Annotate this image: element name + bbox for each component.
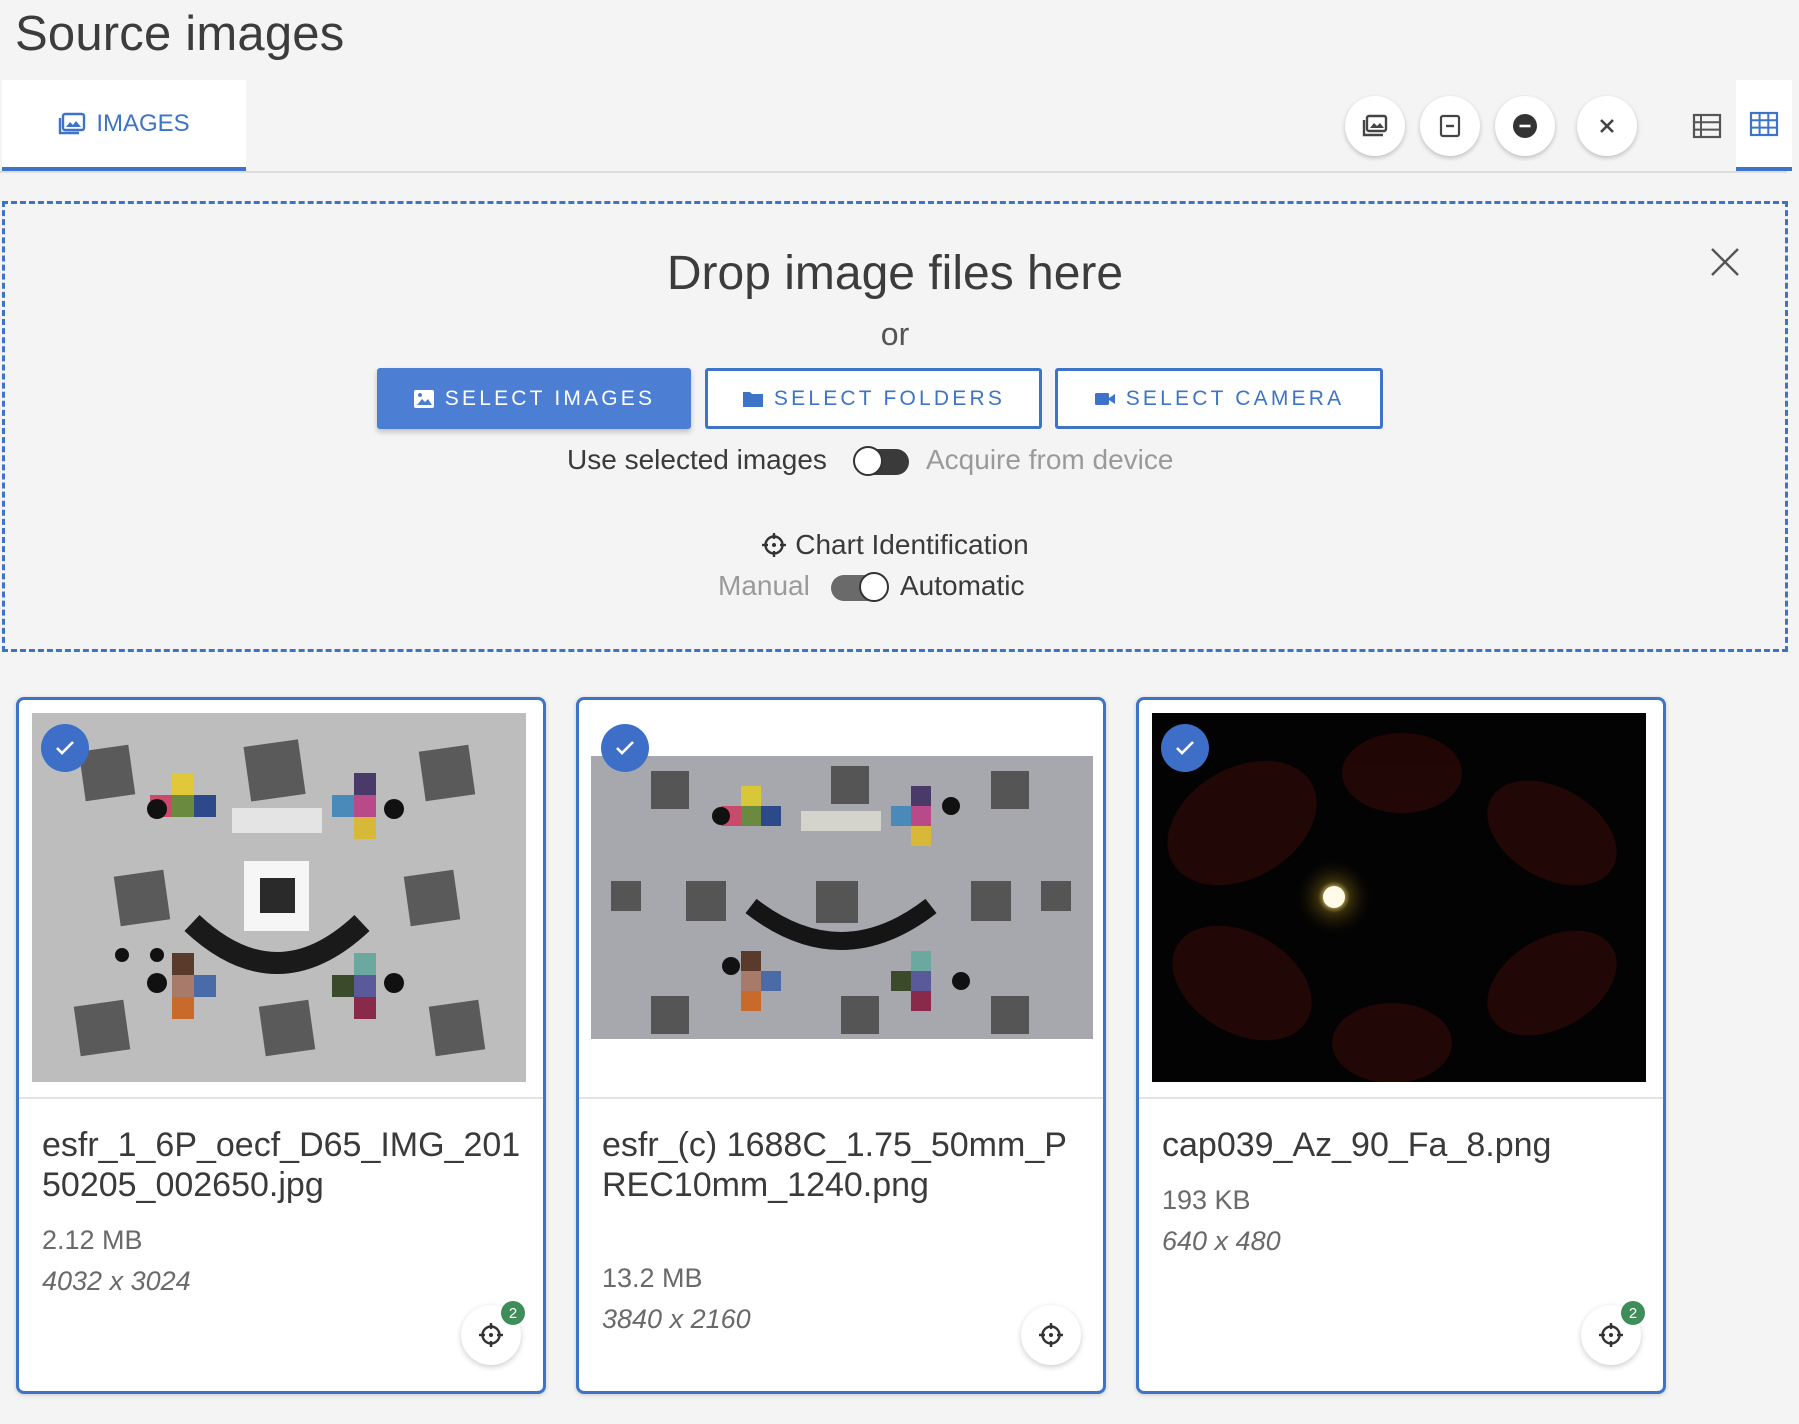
select-folders-button[interactable]: SELECT FOLDERS (705, 368, 1042, 429)
close-drop-zone-icon[interactable] (1707, 244, 1743, 280)
chart-identification-title: Chart Identification (5, 529, 1785, 561)
file-name: esfr_(c) 1688C_1.75_50mm_PREC10mm_1240.p… (602, 1126, 1067, 1204)
thumbnail-area (579, 700, 1103, 1099)
crosshair-icon (762, 533, 787, 557)
tab-images-label: IMAGES (96, 109, 190, 137)
chart-target-button[interactable]: 2 (461, 1301, 525, 1365)
grid-view-icon (1749, 111, 1779, 136)
select-camera-label: SELECT CAMERA (1125, 386, 1345, 410)
select-images-button[interactable]: SELECT IMAGES (377, 368, 691, 429)
automatic-label: Automatic (900, 570, 1025, 601)
image-card[interactable]: esfr_1_6P_oecf_D65_IMG_20150205_002650.j… (16, 697, 546, 1394)
chart-target-button[interactable] (1021, 1305, 1081, 1365)
esfr-chart-thumbnail (591, 756, 1093, 1039)
folder-icon (742, 391, 763, 407)
thumbnail-area (19, 700, 543, 1099)
grid-view-button[interactable] (1736, 80, 1792, 171)
checkmark-icon (616, 741, 634, 755)
file-size: 193 KB (1162, 1185, 1251, 1215)
crosshair-icon (1039, 1323, 1063, 1347)
tab-images[interactable]: IMAGES (2, 80, 246, 171)
use-selected-images-label: Use selected images (567, 444, 827, 475)
chart-count-badge: 2 (501, 1301, 525, 1325)
selected-check[interactable] (1161, 724, 1209, 772)
light-source-thumbnail (1152, 713, 1646, 1082)
source-toggle-row: Use selected images Acquire from device (5, 444, 1785, 484)
file-size: 13.2 MB (602, 1263, 703, 1293)
page-title: Source images (15, 7, 345, 61)
crosshair-icon (479, 1323, 503, 1347)
drop-zone[interactable]: Drop image files here or SELECT IMAGES S… (2, 201, 1788, 652)
select-images-label: SELECT IMAGES (444, 386, 656, 410)
esfr-chart-thumbnail (32, 713, 526, 1082)
file-size: 2.12 MB (42, 1225, 143, 1255)
file-name: cap039_Az_90_Fa_8.png (1162, 1126, 1552, 1164)
image-card[interactable]: cap039_Az_90_Fa_8.png 193 KB 640 x 480 2 (1136, 697, 1666, 1394)
select-camera-button[interactable]: SELECT CAMERA (1055, 368, 1383, 429)
chart-count-badge: 2 (1621, 1301, 1645, 1325)
chart-identification-knob (859, 572, 889, 602)
acquire-from-device-label: Acquire from device (926, 444, 1174, 475)
add-images-button[interactable] (1345, 96, 1405, 156)
tab-bar: IMAGES (0, 80, 1792, 173)
list-view-button[interactable] (1679, 80, 1735, 171)
manual-label: Manual (718, 570, 810, 601)
image-dimensions: 3840 x 2160 (602, 1304, 751, 1334)
crosshair-icon (1599, 1323, 1623, 1347)
file-name: esfr_1_6P_oecf_D65_IMG_20150205_002650.j… (42, 1126, 521, 1204)
close-icon (1600, 119, 1614, 133)
drop-zone-or: or (880, 316, 910, 352)
chart-identification-toggle-row: Manual Automatic (5, 570, 1785, 610)
video-camera-icon (1094, 392, 1115, 405)
image-dimensions: 640 x 480 (1162, 1226, 1281, 1256)
deselect-images-button[interactable] (1420, 96, 1480, 156)
image-library-icon (1362, 114, 1388, 137)
source-toggle-knob (853, 446, 883, 476)
checkmark-icon (56, 741, 74, 755)
image-dimensions: 4032 x 3024 (42, 1266, 191, 1296)
tab-bar-divider (0, 171, 1787, 173)
circle-minus-icon (1513, 114, 1537, 138)
select-folders-label: SELECT FOLDERS (773, 386, 1006, 410)
clear-images-button[interactable] (1577, 96, 1637, 156)
selected-check[interactable] (41, 724, 89, 772)
source-toggle-switch[interactable] (853, 446, 909, 476)
checkmark-icon (1176, 741, 1194, 755)
images-icon (59, 112, 86, 134)
selected-check[interactable] (601, 724, 649, 772)
image-card[interactable]: esfr_(c) 1688C_1.75_50mm_PREC10mm_1240.p… (576, 697, 1106, 1394)
chart-identification-switch[interactable] (831, 572, 889, 602)
thumbnail-area (1139, 700, 1663, 1099)
square-minus-icon (1439, 114, 1461, 138)
drop-zone-title: Drop image files here (666, 247, 1124, 300)
image-icon (413, 389, 434, 408)
remove-images-button[interactable] (1495, 96, 1555, 156)
list-view-icon (1692, 113, 1722, 138)
chart-identification-label: Chart Identification (795, 529, 1029, 560)
chart-target-button[interactable]: 2 (1581, 1301, 1645, 1365)
